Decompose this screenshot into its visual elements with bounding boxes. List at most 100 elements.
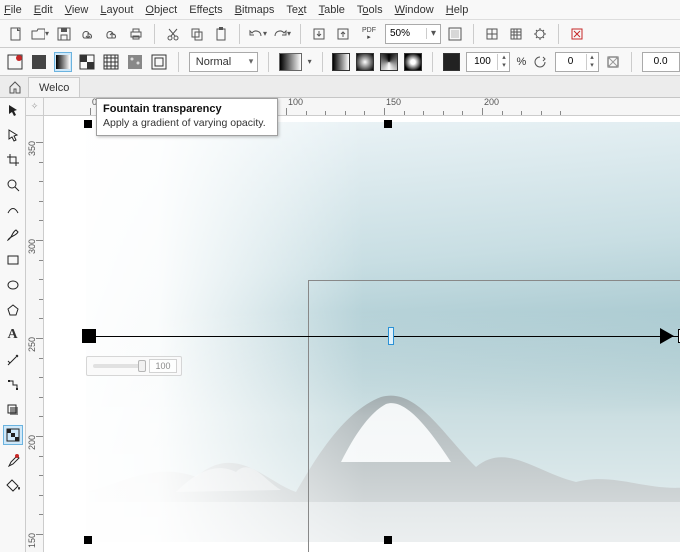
artistic-media-icon[interactable] <box>3 225 23 245</box>
menu-effects[interactable]: Effects <box>189 4 222 16</box>
selection-handle[interactable] <box>384 536 392 544</box>
two-color-pattern-icon[interactable] <box>102 52 120 72</box>
redo-icon[interactable]: ▾ <box>272 24 292 44</box>
ellipse-tool-icon[interactable] <box>3 275 23 295</box>
fill-tool-icon[interactable] <box>3 475 23 495</box>
spinner-up-icon[interactable]: ▴ <box>498 54 509 62</box>
transparency-start-node[interactable] <box>82 329 96 343</box>
fountain-dropdown-icon[interactable]: ▾ <box>308 57 312 66</box>
menu-object[interactable]: Object <box>145 4 177 16</box>
menu-help[interactable]: Help <box>446 4 469 16</box>
transparency-vector[interactable] <box>94 336 680 337</box>
menu-bar: File Edit View Layout Object Effects Bit… <box>0 0 680 20</box>
selection-handle[interactable] <box>84 120 92 128</box>
import-icon[interactable] <box>309 24 329 44</box>
text-tool-icon[interactable]: A <box>3 325 23 345</box>
node-opacity-start-icon[interactable] <box>443 53 461 71</box>
grid-icon[interactable] <box>506 24 526 44</box>
menu-text[interactable]: Text <box>286 4 306 16</box>
spinner-down-icon[interactable]: ▾ <box>587 62 598 70</box>
node-opacity-input[interactable] <box>467 54 497 70</box>
merge-mode-dropdown[interactable]: Normal ▾ <box>189 52 258 72</box>
workspace-area: A ✧ 050100150200 350300250200150 <box>0 98 680 552</box>
zoom-dropdown-icon[interactable]: ▾ <box>426 28 440 39</box>
undo-icon[interactable]: ▾ <box>248 24 268 44</box>
menu-window[interactable]: Window <box>395 4 434 16</box>
shape-tool-icon[interactable] <box>3 125 23 145</box>
zoom-level-field[interactable]: ▾ <box>385 24 441 44</box>
menu-table[interactable]: Table <box>319 4 345 16</box>
fountain-fill-picker-icon[interactable] <box>279 53 302 71</box>
launch-icon[interactable] <box>567 24 587 44</box>
slider-value: 100 <box>149 359 177 373</box>
zoom-input[interactable] <box>386 26 426 42</box>
menu-edit[interactable]: Edit <box>34 4 53 16</box>
transparency-midpoint-handle[interactable] <box>388 327 394 345</box>
uniform-transparency-icon[interactable] <box>30 52 48 72</box>
spinner-up-icon[interactable]: ▴ <box>587 54 598 62</box>
cut-icon[interactable] <box>163 24 183 44</box>
export-icon[interactable] <box>333 24 353 44</box>
elliptical-fountain-icon[interactable] <box>356 53 374 71</box>
pick-tool-icon[interactable] <box>3 100 23 120</box>
open-folder-icon[interactable]: ▾ <box>30 24 50 44</box>
rectangular-fountain-icon[interactable] <box>404 53 422 71</box>
fountain-transparency-icon[interactable] <box>54 52 72 72</box>
separator <box>322 52 323 72</box>
home-icon[interactable] <box>4 77 26 97</box>
options-icon[interactable] <box>530 24 550 44</box>
rotation-input[interactable] <box>556 54 586 70</box>
node-opacity-field[interactable]: ▴▾ <box>466 52 510 72</box>
menu-layout[interactable]: Layout <box>100 4 133 16</box>
selection-handle[interactable] <box>84 536 92 544</box>
publish-pdf-icon[interactable]: PDF▸ <box>357 24 381 44</box>
copy-icon[interactable] <box>187 24 207 44</box>
connector-tool-icon[interactable] <box>3 375 23 395</box>
rectangle-tool-icon[interactable] <box>3 250 23 270</box>
fullscreen-preview-icon[interactable] <box>445 24 465 44</box>
texture-transparency-icon[interactable] <box>126 52 144 72</box>
cloud-down-icon[interactable] <box>78 24 98 44</box>
linear-fountain-icon[interactable] <box>332 53 350 71</box>
polygon-tool-icon[interactable] <box>3 300 23 320</box>
crop-tool-icon[interactable] <box>3 150 23 170</box>
no-transparency-icon[interactable] <box>6 52 24 72</box>
transparency-arrow-icon[interactable] <box>660 328 674 344</box>
menu-bitmaps[interactable]: Bitmaps <box>235 4 275 16</box>
ruler-corner-icon[interactable]: ✧ <box>26 98 44 116</box>
cloud-up-icon[interactable] <box>102 24 122 44</box>
angle-field[interactable] <box>642 52 680 72</box>
drawing-canvas[interactable]: 100 <box>44 116 680 552</box>
rotation-field[interactable]: ▴▾ <box>555 52 599 72</box>
vertical-ruler[interactable]: 350300250200150 <box>26 116 44 552</box>
zoom-tool-icon[interactable] <box>3 175 23 195</box>
conical-fountain-icon[interactable] <box>380 53 398 71</box>
eyedropper-tool-icon[interactable] <box>3 450 23 470</box>
print-icon[interactable] <box>126 24 146 44</box>
node-opacity-slider[interactable]: 100 <box>86 356 182 376</box>
angle-input[interactable] <box>643 54 679 70</box>
menu-tools[interactable]: Tools <box>357 4 383 16</box>
merge-mode-label: Normal <box>196 56 231 68</box>
tab-label: Welco <box>39 82 69 94</box>
selection-handle[interactable] <box>384 120 392 128</box>
new-icon[interactable] <box>6 24 26 44</box>
paste-icon[interactable] <box>211 24 231 44</box>
transparency-tool-icon[interactable] <box>3 425 23 445</box>
slider-thumb[interactable] <box>138 360 146 372</box>
menu-file[interactable]: File <box>4 4 22 16</box>
menu-view[interactable]: View <box>65 4 89 16</box>
tab-welcome[interactable]: Welco <box>28 77 80 97</box>
document-tab-strip: Welco <box>0 76 680 98</box>
free-transform-icon[interactable] <box>605 52 621 72</box>
spinner-down-icon[interactable]: ▾ <box>498 62 509 70</box>
postscript-transparency-icon[interactable] <box>150 52 168 72</box>
rotate-icon[interactable] <box>532 52 548 72</box>
drop-shadow-tool-icon[interactable] <box>3 400 23 420</box>
snap-icon[interactable] <box>482 24 502 44</box>
save-icon[interactable] <box>54 24 74 44</box>
freehand-tool-icon[interactable] <box>3 200 23 220</box>
pattern-transparency-icon[interactable] <box>78 52 96 72</box>
parallel-dimension-icon[interactable] <box>3 350 23 370</box>
separator <box>239 24 240 44</box>
